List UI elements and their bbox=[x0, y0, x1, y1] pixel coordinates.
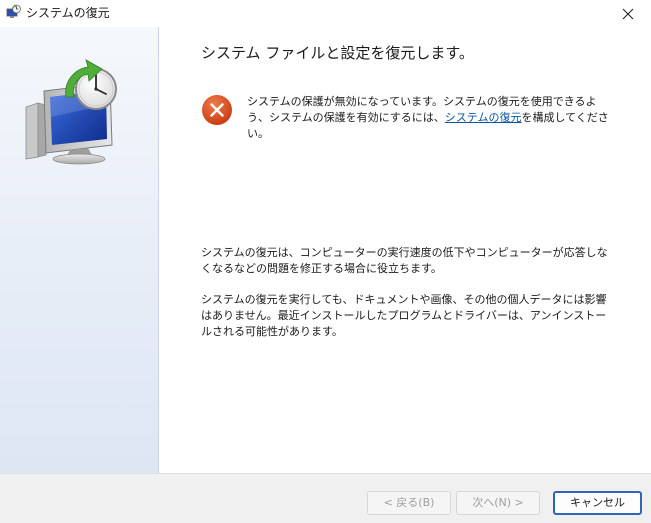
side-panel bbox=[0, 27, 159, 473]
title-bar: システムの復元 bbox=[0, 0, 651, 27]
description-paragraph-1: システムの復元は、コンピューターの実行速度の低下やコンピューターが応答しなくなる… bbox=[201, 246, 608, 275]
system-restore-config-link[interactable]: システムの復元 bbox=[445, 111, 522, 124]
window-title: システムの復元 bbox=[26, 6, 110, 20]
next-button[interactable]: 次へ(N) > bbox=[456, 491, 540, 515]
page-heading: システム ファイルと設定を復元します。 bbox=[201, 44, 474, 62]
system-restore-illustration bbox=[25, 59, 117, 165]
cancel-button[interactable]: キャンセル bbox=[553, 491, 642, 515]
description-paragraph-2: システムの復元を実行しても、ドキュメントや画像、その他の個人データには影響はあり… bbox=[201, 293, 607, 338]
close-icon bbox=[622, 8, 634, 19]
content-area: システム ファイルと設定を復元します。 システムの保護が無効になっています。シス… bbox=[159, 27, 651, 473]
system-restore-icon bbox=[6, 4, 21, 18]
button-bar: < 戻る(B) 次へ(N) > キャンセル bbox=[0, 473, 651, 523]
back-button[interactable]: < 戻る(B) bbox=[367, 491, 451, 515]
error-icon bbox=[202, 95, 232, 125]
close-button[interactable] bbox=[605, 0, 651, 27]
error-message: システムの保護が無効になっています。システムの復元を使用できるよう、システムの保… bbox=[247, 94, 612, 142]
system-restore-window: システムの復元 システム ファイルと設定を復元します。 システムの保護が無効にな… bbox=[0, 0, 651, 523]
